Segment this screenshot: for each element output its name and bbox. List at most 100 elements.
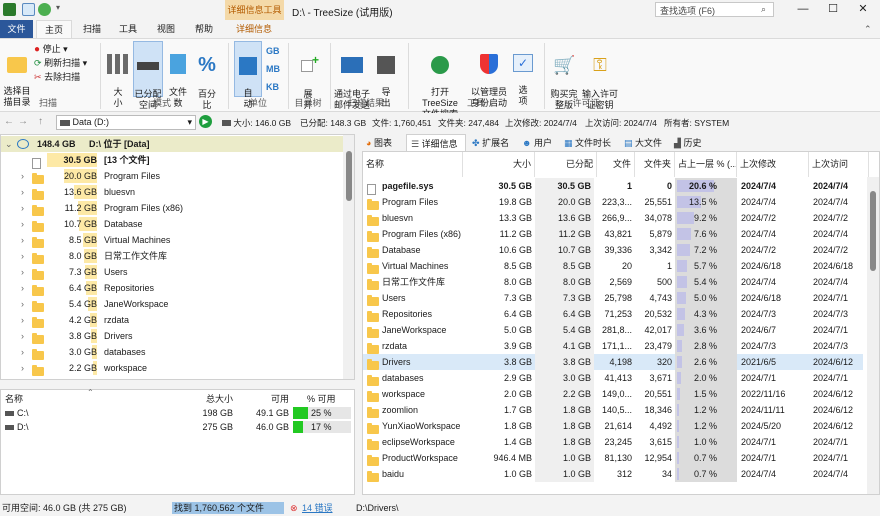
tab-details-view[interactable]: ☰ 详细信息 [406,134,466,151]
list-row[interactable]: 日常工作文件库 8.0 GB 8.0 GB 2,569 500 5.4 % 2024/7/4… [363,274,863,291]
tab-tools[interactable]: 工具 [112,20,144,38]
tab-view[interactable]: 视图 [150,20,182,38]
tree-row[interactable]: › 6.4 GB Repositories [1,280,343,297]
back-arrow-icon[interactable]: ← [4,116,14,127]
chevron-right-icon[interactable]: › [21,248,24,264]
chevron-right-icon[interactable]: › [21,216,24,232]
tab-home[interactable]: 主页 [36,20,72,38]
tab-history[interactable]: ▟ 历史 [674,136,701,149]
chevron-right-icon[interactable]: › [21,296,24,312]
maximize-button[interactable]: ☐ [818,0,848,20]
chevron-right-icon[interactable]: › [21,360,24,376]
col-header-modified[interactable]: 上次修改 [737,152,809,177]
mode-percent-button[interactable]: % 百分 比 [194,43,220,111]
list-row[interactable]: zoomlion 1.7 GB 1.8 GB 140,5... 18,346 1.2 % 2… [363,402,863,419]
chevron-right-icon[interactable]: › [21,328,24,344]
tree-row[interactable]: › 8.0 GB 日常工作文件库 [1,248,343,265]
scrollbar-thumb[interactable] [870,191,876,271]
minimize-button[interactable]: — [788,0,818,20]
stop-button[interactable]: ● 停止 ▾ [34,43,68,56]
unit-auto-button[interactable]: 自 动 [234,41,262,109]
list-row[interactable]: workspace 2.0 GB 2.2 GB 149,0... 20,551 1.5 %… [363,386,863,403]
options-button[interactable]: ✓ 选 项 [510,43,536,107]
tree-row[interactable]: › 11.2 GB Program Files (x86) [1,200,343,217]
tab-users[interactable]: ☻ 用户 [522,136,552,149]
refresh-scan-button[interactable]: ⟳ 刷新扫描 ▾ [34,57,87,69]
tree-row[interactable]: › 3.8 GB Drivers [1,328,343,345]
quick-refresh-icon[interactable] [38,3,51,16]
scrollbar-thumb[interactable] [346,151,352,201]
list-row[interactable]: baidu 1.0 GB 1.0 GB 312 34 0.7 % 2024/7/4 2024/… [363,466,863,483]
drives-header-name[interactable]: 名称 [5,392,23,405]
drive-row[interactable]: D:\ 275 GB 46.0 GB 17 % [1,420,354,434]
unit-gb-button[interactable]: GB [266,45,280,57]
col-header-name[interactable]: 名称 [363,152,463,177]
tab-scan[interactable]: 扫描 [76,20,108,38]
tree-row[interactable]: › 2.2 GB workspace [1,360,343,377]
quick-access-dropdown-icon[interactable]: ▾ [56,3,64,16]
col-header-percent[interactable]: 占上一层 % (... [675,152,737,177]
path-dropdown[interactable]: Data (D:) ▾ [56,115,196,130]
list-row[interactable]: Database 10.6 GB 10.7 GB 39,336 3,342 7.2 % 20… [363,242,863,259]
chevron-right-icon[interactable]: › [21,344,24,360]
mode-allocated-button[interactable]: 已分配 空间 [133,41,163,110]
col-header-size[interactable]: 大小 [463,152,535,177]
status-errors-link[interactable]: 14 错误 [302,500,333,516]
remove-scan-button[interactable]: ✂ 去除扫描 [34,71,80,83]
tree-row[interactable]: › 5.4 GB JaneWorkspace [1,296,343,313]
drives-header-pct[interactable]: % 可用 [307,392,336,405]
folder-tree[interactable]: ⌄ 148.4 GB D:\ 位于 [Data] 30.5 GB [13 个文件]… [0,134,355,380]
tab-file-age[interactable]: ▦ 文件时长 [564,136,611,149]
col-header-accessed[interactable]: 上次访问 [809,152,869,177]
tree-root-row[interactable]: ⌄ 148.4 GB D:\ 位于 [Data] [1,136,343,152]
list-row[interactable]: bluesvn 13.3 GB 13.6 GB 266,9... 34,078 9.2 %… [363,210,863,227]
chevron-right-icon[interactable]: › [21,168,24,184]
forward-arrow-icon[interactable]: → [18,116,28,127]
list-row[interactable]: JaneWorkspace 5.0 GB 5.4 GB 281,8... 42,017 3… [363,322,863,339]
unit-mb-button[interactable]: MB [266,63,280,75]
tree-row[interactable]: › 7.3 GB Users [1,264,343,281]
tree-row[interactable]: › 4.2 GB rzdata [1,312,343,329]
list-row[interactable]: databases 2.9 GB 3.0 GB 41,413 3,671 2.0 % 202… [363,370,863,387]
list-row[interactable]: Program Files 19.8 GB 20.0 GB 223,3... 25,55… [363,194,863,211]
chevron-right-icon[interactable]: › [21,184,24,200]
col-header-files[interactable]: 文件 [597,152,635,177]
chevron-down-icon[interactable]: ⌄ [5,136,13,152]
tab-help[interactable]: 帮助 [188,20,220,38]
list-row[interactable]: Program Files (x86) 11.2 GB 11.2 GB 43,821 5… [363,226,863,243]
tree-row[interactable]: › 20.0 GB Program Files [1,168,343,185]
list-scrollbar[interactable] [867,177,879,494]
collapse-ribbon-icon[interactable]: ⌃ [864,24,872,35]
up-arrow-icon[interactable]: ↑ [38,116,43,127]
drives-header-total[interactable]: 总大小 [177,392,233,405]
tree-row[interactable]: › 3.0 GB databases [1,344,343,361]
chevron-right-icon[interactable]: › [21,264,24,280]
tree-row[interactable]: › 10.7 GB Database [1,216,343,233]
list-row[interactable]: YunXiaoWorkspace 1.8 GB 1.8 GB 21,614 4,492 1… [363,418,863,435]
list-row[interactable]: Drivers 3.8 GB 3.8 GB 4,198 320 2.6 % 2021/6/5… [363,354,863,371]
search-input[interactable]: 查找选项 (F6) [655,2,774,17]
quick-new-icon[interactable] [22,3,35,16]
unit-kb-button[interactable]: KB [266,81,279,93]
col-header-folders[interactable]: 文件夹 [635,152,675,177]
list-row[interactable]: eclipseWorkspace 1.4 GB 1.8 GB 23,245 3,615 1… [363,434,863,451]
tree-scrollbar[interactable] [343,135,354,379]
list-row[interactable]: Virtual Machines 8.5 GB 8.5 GB 20 1 5.7 % 2024… [363,258,863,275]
go-button[interactable]: ▶ [199,115,212,128]
tab-large-files[interactable]: ▤ 大文件 [624,136,662,149]
col-header-allocated[interactable]: 已分配 [535,152,597,177]
tree-row[interactable]: 30.5 GB [13 个文件] [1,152,343,170]
drive-row[interactable]: C:\ 198 GB 49.1 GB 25 % [1,406,354,420]
list-row[interactable]: Repositories 6.4 GB 6.4 GB 71,253 20,532 4.3 … [363,306,863,323]
list-row[interactable]: pagefile.sys 30.5 GB 30.5 GB 1 0 20.6 % 2024/7… [363,178,863,196]
chevron-right-icon[interactable]: › [21,280,24,296]
tab-chart[interactable]: ◕ 图表 [366,136,392,149]
tree-row[interactable]: › 8.5 GB Virtual Machines [1,232,343,249]
chevron-right-icon[interactable]: › [21,232,24,248]
list-row[interactable]: rzdata 3.9 GB 4.1 GB 171,1... 23,479 2.8 % 202… [363,338,863,355]
mode-size-button[interactable]: 大 小 [106,43,130,109]
chevron-right-icon[interactable]: › [21,200,24,216]
tab-details[interactable]: 详细信息 [229,20,279,38]
tab-extensions[interactable]: ✤ 扩展名 [472,136,509,149]
search-icon[interactable]: ⌕ [761,4,766,15]
